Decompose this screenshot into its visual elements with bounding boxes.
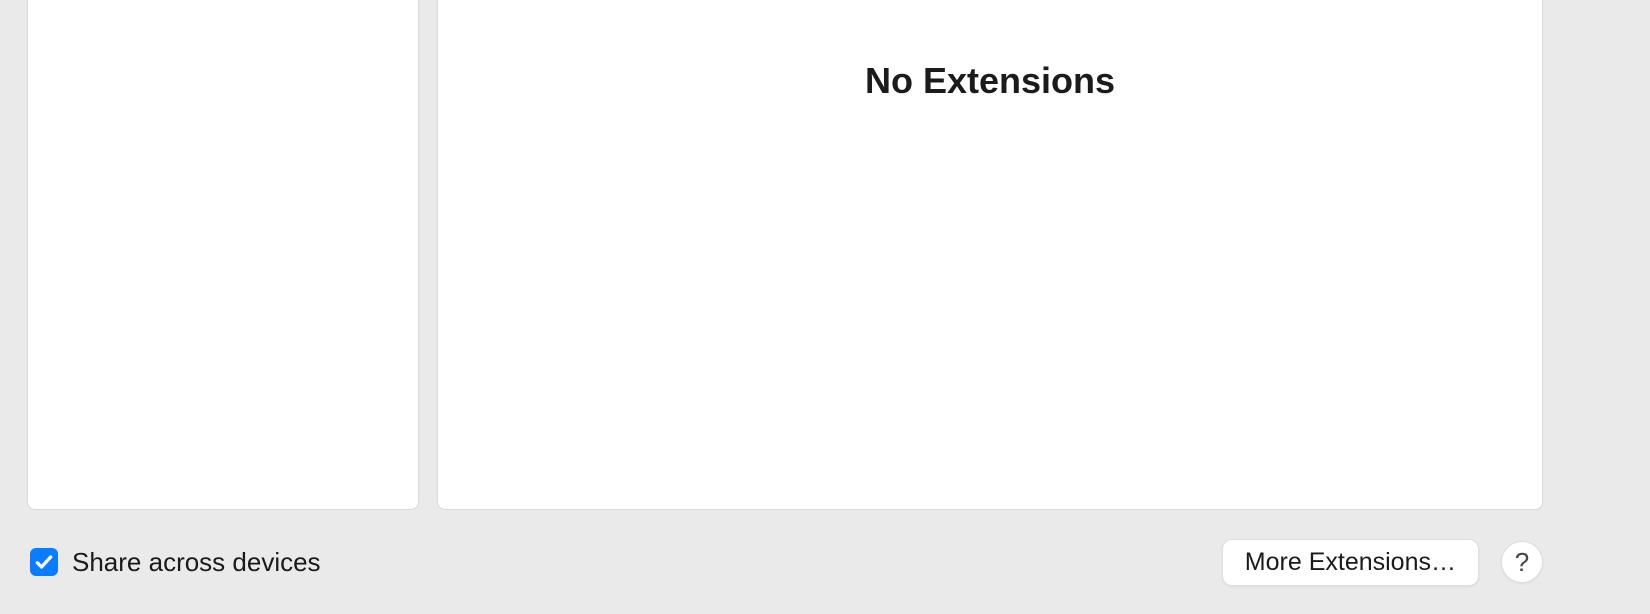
extensions-sidebar	[27, 0, 419, 510]
checkmark-icon	[34, 552, 54, 572]
empty-state-title: No Extensions	[865, 60, 1115, 509]
extensions-main-panel: No Extensions	[437, 0, 1543, 510]
footer-left: Share across devices	[30, 547, 321, 578]
content-area: No Extensions	[27, 0, 1543, 510]
more-extensions-button[interactable]: More Extensions…	[1222, 539, 1479, 586]
share-across-devices-checkbox[interactable]	[30, 548, 58, 576]
share-across-devices-label: Share across devices	[72, 547, 321, 578]
footer-bar: Share across devices More Extensions… ?	[0, 510, 1650, 614]
footer-right: More Extensions… ?	[1222, 539, 1543, 586]
help-button[interactable]: ?	[1501, 541, 1543, 583]
